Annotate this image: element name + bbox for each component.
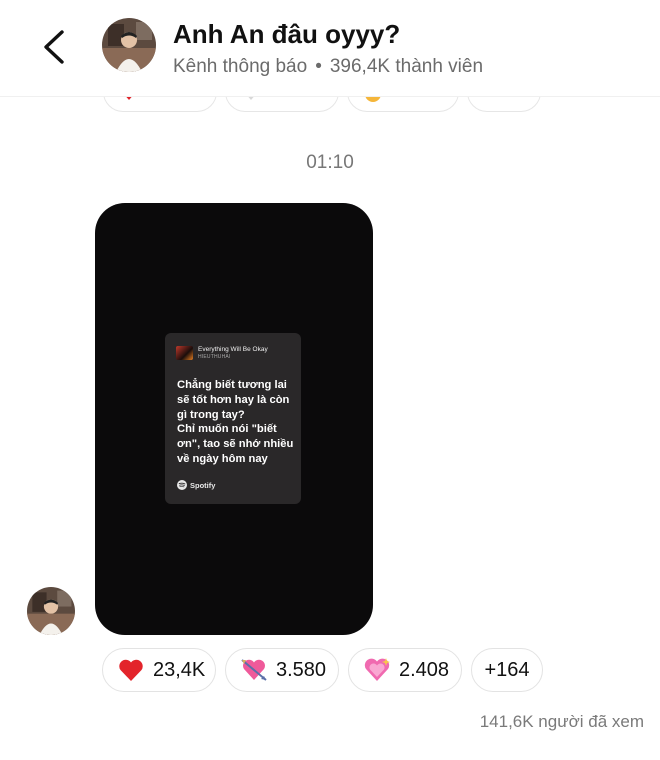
member-count: 396,4K thành viên	[329, 56, 484, 77]
artist-name: HIEUTHUHAI	[198, 354, 231, 360]
reaction-red-heart[interactable]: 23,4K	[102, 648, 216, 692]
reaction-count: 3.580	[276, 658, 327, 681]
lyrics-line: Chỉ muốn nói "biết	[177, 423, 277, 436]
message-timestamp: 01:10	[306, 152, 354, 173]
reaction-count: 23,4K	[153, 658, 206, 681]
sparkling-heart-icon	[363, 656, 391, 684]
chat-header: Anh An đâu oyyy? Kênh thông báo • 396,4K t…	[0, 0, 660, 97]
reaction-count: 2.408	[399, 658, 450, 681]
lyrics-line: gì trong tay?	[177, 408, 245, 421]
lyrics-line: về ngày hôm nay	[177, 452, 268, 465]
channel-avatar[interactable]	[102, 18, 156, 72]
story-share-card[interactable]: Everything Will Be Okay HIEUTHUHAI Chẳng…	[95, 203, 373, 635]
album-art	[176, 346, 193, 360]
spotify-logo-icon	[177, 480, 187, 490]
song-title: Everything Will Be Okay	[198, 346, 268, 353]
spotify-lyrics-sticker: Everything Will Be Okay HIEUTHUHAI Chẳng…	[165, 333, 301, 504]
channel-subtitle: Kênh thông báo • 396,4K thành viên	[173, 56, 483, 78]
reaction-sparkling-heart[interactable]: 2.408	[348, 648, 462, 692]
lyrics-text: Chẳng biết tương lai sẽ tốt hơn hay là c…	[177, 378, 295, 467]
more-reactions-count: +164	[484, 658, 530, 681]
reaction-heart-with-arrow[interactable]: 3.580	[225, 648, 339, 692]
separator-dot: •	[315, 56, 322, 77]
heart-with-arrow-icon	[240, 656, 268, 684]
channel-type: Kênh thông báo	[173, 56, 308, 77]
view-count: 141,6K người đã xem	[479, 712, 644, 731]
lyrics-line: ơn", tao sẽ nhớ nhiều	[177, 438, 294, 451]
spotify-label: Spotify	[190, 480, 216, 490]
lyrics-line: sẽ tốt hơn hay là còn	[177, 393, 290, 406]
spotify-brand: Spotify	[177, 479, 215, 491]
sender-avatar[interactable]	[27, 587, 75, 635]
channel-title[interactable]: Anh An đâu oyyy?	[173, 19, 400, 50]
more-reactions-button[interactable]: +164	[471, 648, 543, 692]
red-heart-icon	[117, 656, 145, 684]
lyrics-line: Chẳng biết tương lai	[177, 379, 287, 391]
back-arrow-icon[interactable]	[38, 26, 72, 68]
